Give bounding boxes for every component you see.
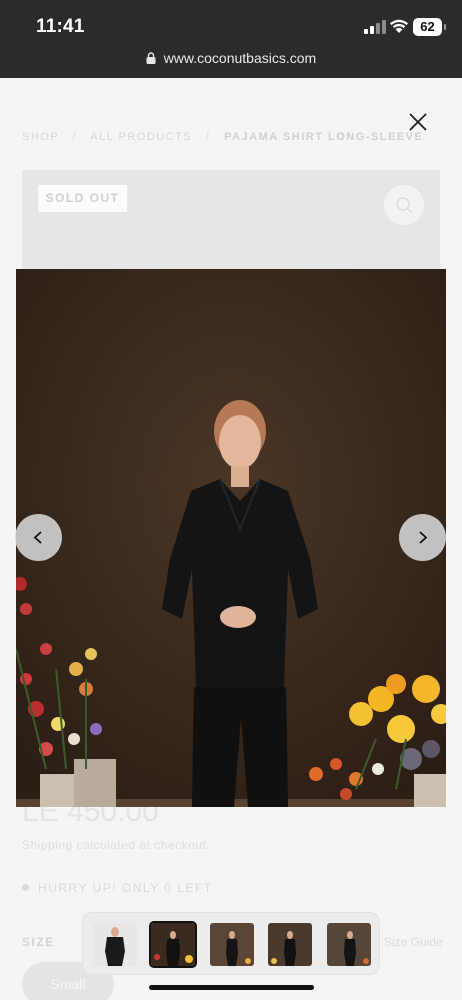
size-label: SIZE — [22, 935, 55, 949]
breadcrumb-separator: / — [72, 131, 78, 143]
thumbnail-4[interactable] — [268, 923, 312, 966]
home-indicator[interactable] — [149, 985, 314, 990]
breadcrumb-all-products[interactable]: ALL PRODUCTS — [90, 131, 192, 143]
url-text[interactable]: www.coconutbasics.com — [164, 50, 317, 66]
stock-notice: HURRY UP! ONLY 0 LEFT — [22, 881, 213, 895]
next-image-button[interactable] — [399, 514, 446, 561]
previous-image-button[interactable] — [15, 514, 62, 561]
cellular-signal-icon — [364, 20, 386, 34]
status-time: 11:41 — [36, 16, 85, 37]
status-bar: 11:41 62 — [0, 0, 462, 50]
breadcrumb: SHOP / ALL PRODUCTS / PAJAMA SHIRT LONG-… — [22, 131, 423, 143]
breadcrumb-current: PAJAMA SHIRT LONG-SLEEVE — [224, 131, 424, 143]
chevron-left-icon — [33, 531, 42, 544]
wifi-icon — [390, 19, 408, 33]
thumbnail-3[interactable] — [210, 923, 254, 966]
breadcrumb-shop[interactable]: SHOP — [22, 131, 59, 143]
shipping-note: Shipping calculated at checkout. — [22, 838, 211, 852]
stock-dot-icon — [22, 884, 29, 891]
close-icon — [409, 113, 427, 131]
browser-url-bar[interactable]: www.coconutbasics.com — [0, 50, 462, 78]
close-button[interactable] — [404, 108, 432, 136]
product-photo — [16, 269, 446, 807]
thumbnail-5[interactable] — [327, 923, 371, 966]
thumbnail-strip — [82, 912, 380, 975]
search-icon — [396, 197, 413, 214]
battery-icon: 62 — [413, 18, 446, 36]
chevron-right-icon — [419, 531, 428, 544]
breadcrumb-separator: / — [205, 131, 211, 143]
thumbnail-2[interactable] — [149, 921, 197, 968]
zoom-button[interactable] — [384, 185, 424, 225]
product-image-placeholder: SOLD OUT — [22, 170, 440, 270]
lock-icon — [146, 52, 156, 64]
size-guide-link[interactable]: Size Guide — [384, 935, 443, 949]
thumbnail-1[interactable] — [93, 923, 137, 966]
sold-out-badge: SOLD OUT — [38, 185, 127, 212]
stock-notice-text: HURRY UP! ONLY 0 LEFT — [38, 881, 213, 895]
